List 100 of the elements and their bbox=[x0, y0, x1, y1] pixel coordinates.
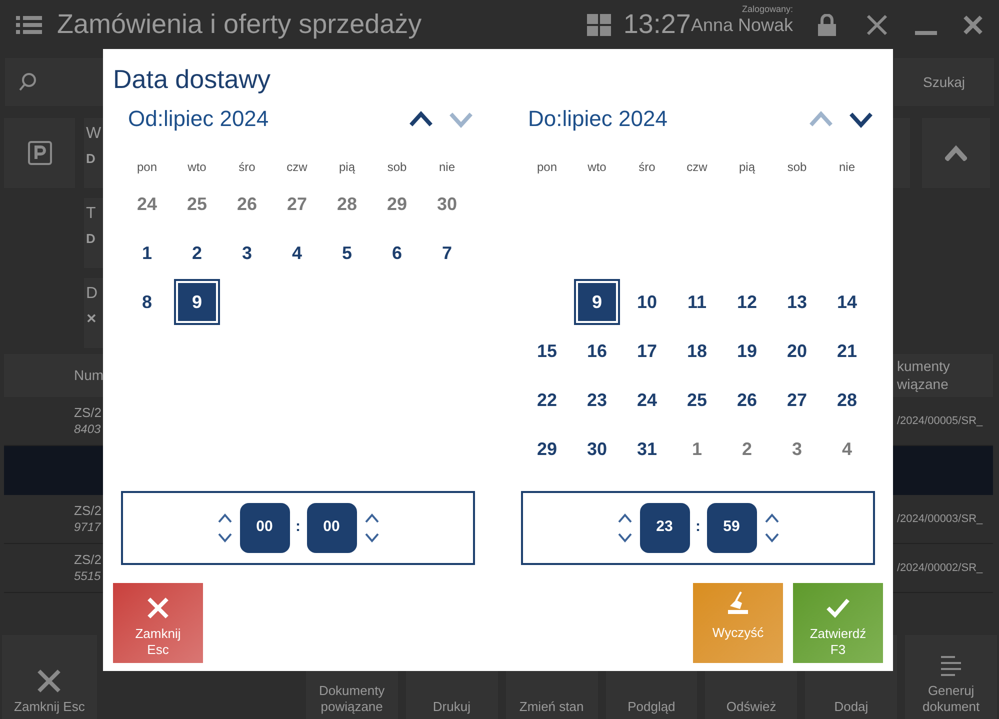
day-button[interactable]: 4 bbox=[277, 233, 317, 273]
column-header: Num bbox=[74, 366, 104, 385]
card-title: T bbox=[86, 206, 96, 222]
dialog-title: Data dostawy bbox=[113, 63, 271, 96]
month-label: Od:lipiec 2024 bbox=[128, 105, 270, 133]
chevron-down-icon[interactable] bbox=[218, 532, 232, 542]
day-button[interactable]: 14 bbox=[827, 282, 867, 322]
weekday-label: śro bbox=[238, 158, 256, 176]
table-cell-text: /2024/00003/SR_ bbox=[897, 512, 984, 527]
card-title: D bbox=[86, 286, 98, 302]
hour-field[interactable]: 00 bbox=[240, 502, 290, 552]
day-button[interactable]: 2 bbox=[177, 233, 217, 273]
day-button[interactable]: 25 bbox=[177, 184, 217, 224]
day-button[interactable]: 25 bbox=[677, 380, 717, 420]
day-button[interactable]: 27 bbox=[277, 184, 317, 224]
day-button[interactable]: 26 bbox=[227, 184, 267, 224]
chevron-up-icon[interactable] bbox=[764, 512, 778, 522]
table-cell-text: /2024/00002/SR_ bbox=[897, 560, 984, 576]
collapse-button[interactable] bbox=[922, 118, 990, 188]
search-button[interactable]: Szukaj bbox=[894, 58, 994, 106]
chevron-up-icon[interactable] bbox=[618, 512, 632, 522]
weekday-label: czw bbox=[686, 158, 708, 176]
day-button[interactable]: 12 bbox=[727, 282, 767, 322]
weekday-label: śro bbox=[638, 158, 656, 176]
chevron-down-icon[interactable] bbox=[364, 532, 378, 542]
day-button[interactable]: 18 bbox=[677, 331, 717, 371]
day-button[interactable]: 29 bbox=[377, 184, 417, 224]
day-button[interactable]: 30 bbox=[577, 429, 617, 469]
parking-card[interactable] bbox=[4, 118, 75, 188]
user-name: Anna Nowak bbox=[690, 14, 793, 36]
table-cell: ZS/2 bbox=[74, 405, 102, 422]
weekday-label: pon bbox=[136, 158, 158, 176]
day-button[interactable]: 23 bbox=[577, 380, 617, 420]
day-button[interactable]: 1 bbox=[677, 429, 717, 469]
day-button[interactable]: 8 bbox=[127, 282, 167, 322]
weekday-label: sob bbox=[787, 158, 807, 176]
day-button[interactable]: 20 bbox=[777, 331, 817, 371]
day-button[interactable]: 1 bbox=[127, 233, 167, 273]
day-button[interactable]: 24 bbox=[127, 184, 167, 224]
day-button[interactable]: 11 bbox=[677, 282, 717, 322]
document-icon bbox=[939, 654, 964, 676]
chevron-up-icon[interactable] bbox=[364, 512, 378, 522]
page-title: Zamówienia i oferty sprzedaży bbox=[57, 8, 422, 42]
weekday-label: wto bbox=[588, 158, 606, 176]
day-button[interactable]: 22 bbox=[527, 380, 567, 420]
table-cell: 8403 bbox=[74, 422, 101, 437]
day-button[interactable]: 15 bbox=[527, 331, 567, 371]
day-button[interactable]: 27 bbox=[777, 380, 817, 420]
weekday-label: pią bbox=[738, 158, 755, 176]
day-button[interactable]: 2 bbox=[727, 429, 767, 469]
chevron-up-icon[interactable] bbox=[409, 108, 433, 128]
day-button[interactable]: 5 bbox=[327, 233, 367, 273]
table-cell-text: /2024/00005/SR_ bbox=[897, 414, 984, 429]
toolbar-button[interactable]: Generuj dokument bbox=[905, 635, 997, 719]
day-button[interactable]: 3 bbox=[227, 233, 267, 273]
day-button[interactable]: 7 bbox=[427, 233, 467, 273]
minute-field[interactable]: 00 bbox=[306, 502, 356, 552]
time-separator: : bbox=[296, 517, 300, 538]
weekday-label: nie bbox=[838, 158, 855, 176]
card-subtitle: D bbox=[86, 152, 96, 165]
day-button[interactable]: 31 bbox=[627, 429, 667, 469]
chevron-down-icon[interactable] bbox=[618, 532, 632, 542]
day-button[interactable]: 26 bbox=[727, 380, 767, 420]
minute-field[interactable]: 59 bbox=[706, 502, 756, 552]
day-button[interactable]: 13 bbox=[777, 282, 817, 322]
day-button[interactable]: 24 bbox=[627, 380, 667, 420]
day-button[interactable]: 28 bbox=[827, 380, 867, 420]
hour-field[interactable]: 23 bbox=[640, 502, 690, 552]
toolbar-button[interactable]: Zamknij Esc bbox=[2, 635, 97, 719]
lock-icon[interactable] bbox=[817, 14, 837, 36]
day-button[interactable]: 10 bbox=[627, 282, 667, 322]
day-button[interactable]: 21 bbox=[827, 331, 867, 371]
day-button[interactable]: 16 bbox=[577, 331, 617, 371]
chevron-down-icon[interactable] bbox=[764, 532, 778, 542]
checkmark-icon bbox=[826, 596, 850, 620]
card-subtitle: ✕ bbox=[86, 312, 97, 325]
day-button[interactable]: 30 bbox=[427, 184, 467, 224]
close-icon[interactable] bbox=[963, 14, 983, 34]
logged-label: Zalogowany: bbox=[742, 4, 793, 14]
selected-day[interactable]: 9 bbox=[174, 279, 220, 325]
day-button[interactable]: 28 bbox=[327, 184, 367, 224]
day-button[interactable]: 4 bbox=[827, 429, 867, 469]
table-cell: 5515 bbox=[74, 568, 101, 584]
clock-time: 13:27 bbox=[623, 8, 691, 42]
weekday-label: nie bbox=[438, 158, 455, 176]
menu-icon[interactable] bbox=[16, 14, 42, 34]
parking-icon bbox=[28, 141, 52, 165]
day-button[interactable]: 17 bbox=[627, 331, 667, 371]
day-button[interactable]: 29 bbox=[527, 429, 567, 469]
time-separator: : bbox=[696, 517, 700, 538]
day-button[interactable]: 6 bbox=[377, 233, 417, 273]
table-cell: ZS/2 bbox=[74, 552, 102, 569]
chevron-up-icon[interactable] bbox=[218, 512, 232, 522]
table-cell: 9717 bbox=[74, 520, 101, 535]
tiles-icon[interactable] bbox=[587, 14, 612, 36]
day-button[interactable]: 3 bbox=[777, 429, 817, 469]
day-button[interactable]: 19 bbox=[727, 331, 767, 371]
selected-day[interactable]: 9 bbox=[574, 279, 620, 325]
close-icon bbox=[37, 668, 62, 693]
close-button[interactable]: Zamknij Esc bbox=[113, 582, 203, 662]
